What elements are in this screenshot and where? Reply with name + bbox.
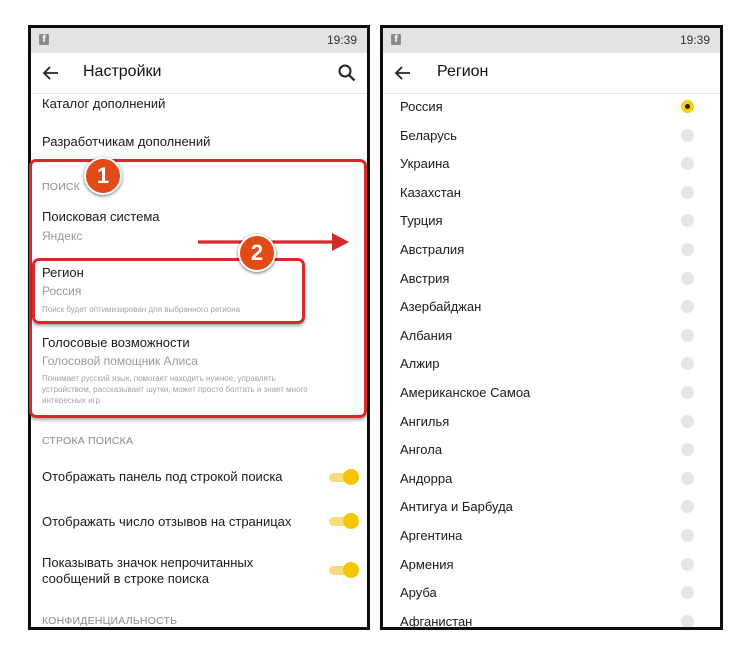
page-title: Настройки [83,63,162,80]
radio-empty-icon[interactable] [681,500,694,514]
status-bar: f 19:39 [31,28,367,53]
country-label: Австрия [400,270,450,286]
country-label: Афганистан [400,613,473,629]
country-label: Армения [400,556,454,572]
country-label: Аргентина [400,528,463,543]
country-item[interactable]: Алжир [383,352,720,378]
country-item[interactable]: Россия [383,95,720,121]
status-time: 19:39 [679,33,710,47]
radio-empty-icon[interactable] [681,300,694,314]
country-label: Австралия [400,242,465,257]
radio-empty-icon[interactable] [681,357,694,371]
country-item[interactable]: Турция [383,209,720,235]
radio-empty-icon[interactable] [681,443,694,457]
arrow-left-icon[interactable] [41,63,61,83]
reviews-count-toggle[interactable] [329,513,359,529]
app-bar: Настройки [31,53,367,94]
radio-empty-icon[interactable] [681,328,694,342]
country-label: Албания [400,327,453,343]
country-label: Азербайджан [400,299,482,315]
country-item[interactable]: Аргентина [383,524,720,550]
country-item[interactable]: Американское Самоа [383,381,720,407]
addons-catalog-item[interactable]: Каталог дополнений [42,96,165,111]
step-badge-2: 2 [238,234,276,272]
country-label: Американское Самоа [400,385,531,400]
country-label: Аруба [400,585,437,601]
facebook-icon: f [391,34,401,45]
app-bar: Регион [383,53,720,94]
radio-empty-icon[interactable] [681,185,694,199]
country-item[interactable]: Беларусь [383,124,720,150]
page-title: Регион [437,63,489,80]
country-label: Украина [400,156,450,172]
facebook-icon: f [39,34,49,45]
country-item[interactable]: Албания [383,324,720,350]
radio-empty-icon[interactable] [681,157,694,171]
country-item[interactable]: Австрия [383,267,720,293]
search-icon[interactable] [337,63,357,83]
radio-empty-icon[interactable] [681,529,694,542]
country-item[interactable]: Афганистан [383,610,720,629]
radio-empty-icon[interactable] [681,243,694,256]
toggle-thumb [343,469,359,485]
country-item[interactable]: Австралия [383,238,720,264]
radio-empty-icon[interactable] [681,271,694,285]
country-item[interactable]: Армения [383,553,720,579]
country-label: Антигуа и Барбуда [400,499,513,515]
country-item[interactable]: Украина [383,152,720,178]
status-bar: f 19:39 [383,28,720,53]
country-label: Беларусь [400,127,457,143]
country-item[interactable]: Азербайджан [383,295,720,321]
toggle-unread-label-line-2: сообщений в строке поиска [42,571,209,586]
radio-empty-icon[interactable] [681,414,694,428]
country-item[interactable]: Антигуа и Барбуда [383,495,720,521]
unread-badge-toggle[interactable] [329,562,359,578]
radio-empty-icon[interactable] [681,128,694,142]
radio-empty-icon[interactable] [681,586,694,600]
radio-empty-icon[interactable] [681,386,694,399]
country-label: Ангола [400,442,443,458]
radio-empty-icon[interactable] [681,471,694,485]
privacy-section-header: КОНФИДЕНЦИАЛЬНОСТЬ [42,615,178,627]
country-label: Россия [400,99,443,114]
region-screen: f 19:39 Регион Россия Беларусь Украина Каза… [380,25,723,630]
radio-empty-icon[interactable] [681,214,694,228]
country-label: Казахстан [400,184,461,200]
country-item[interactable]: Аруба [383,581,720,607]
searchbar-section-header: СТРОКА ПОИСКА [42,435,134,447]
radio-empty-icon[interactable] [681,557,694,571]
panel-under-search-toggle[interactable] [329,469,359,485]
arrow-left-icon[interactable] [393,63,413,83]
country-item[interactable]: Ангола [383,438,720,464]
toggle-reviews-label: Отображать число отзывов на страницах [42,514,292,529]
toggle-unread-label-line-1: Показывать значок непрочитанных [42,555,254,570]
country-item[interactable]: Казахстан [383,181,720,207]
country-label: Ангилья [400,413,450,429]
radio-selected-icon[interactable] [681,100,694,113]
addons-developers-item[interactable]: Разработчикам дополнений [42,134,210,149]
country-label: Турция [400,213,443,229]
step-badge-1: 1 [84,157,122,195]
country-label: Алжир [400,356,440,372]
radio-empty-icon[interactable] [681,614,694,627]
toggle-thumb [343,513,359,529]
country-item[interactable]: Андорра [383,467,720,493]
country-item[interactable]: Ангилья [383,410,720,436]
toggle-panel-label: Отображать панель под строкой поиска [42,469,283,484]
country-label: Андорра [400,470,453,486]
status-time: 19:39 [326,33,357,47]
toggle-thumb [343,562,359,578]
